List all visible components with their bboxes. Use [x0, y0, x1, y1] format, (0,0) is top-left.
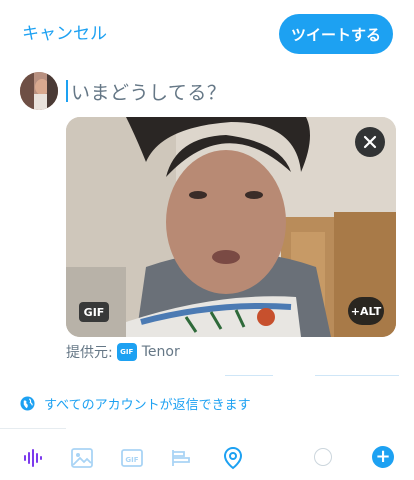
provider-prefix: 提供元:	[66, 345, 113, 361]
provider-name: Tenor	[141, 344, 180, 360]
text-caret	[66, 80, 68, 102]
tenor-gif-icon: GIF	[116, 343, 137, 361]
compose-toolbar	[0, 436, 414, 480]
svg-text:GIF: GIF	[125, 456, 138, 464]
tweet-button[interactable]: ツイートする	[279, 14, 393, 54]
divider	[0, 428, 66, 429]
gif-attachment-image	[66, 117, 396, 337]
gif-icon[interactable]: GIF	[120, 446, 144, 470]
add-thread-button[interactable]: +	[372, 446, 394, 468]
cancel-button[interactable]: キャンセル	[22, 22, 107, 46]
reply-setting-label: すべてのアカウントが返信できます	[44, 398, 251, 413]
gif-badge: GIF	[79, 302, 109, 322]
compose-header: キャンセル ツイートする	[0, 0, 414, 68]
add-alt-text-button[interactable]: +ALT	[348, 297, 384, 325]
image-icon[interactable]	[70, 446, 94, 470]
close-icon	[363, 135, 377, 149]
divider	[225, 375, 273, 376]
character-count-ring	[314, 448, 332, 466]
avatar[interactable]	[20, 72, 58, 110]
divider	[315, 375, 399, 376]
location-icon[interactable]	[221, 446, 245, 470]
reply-setting-button[interactable]: すべてのアカウントが返信できます	[20, 394, 251, 413]
compose-placeholder: いまどうしてる？	[71, 81, 227, 104]
poll-icon[interactable]	[170, 446, 194, 470]
tweet-text-input[interactable]: いまどうしてる？	[66, 78, 386, 104]
globe-icon	[20, 396, 35, 411]
remove-media-button[interactable]	[355, 127, 385, 157]
gif-provider: 提供元: GIF Tenor	[66, 342, 180, 362]
voice-icon[interactable]	[20, 446, 44, 470]
